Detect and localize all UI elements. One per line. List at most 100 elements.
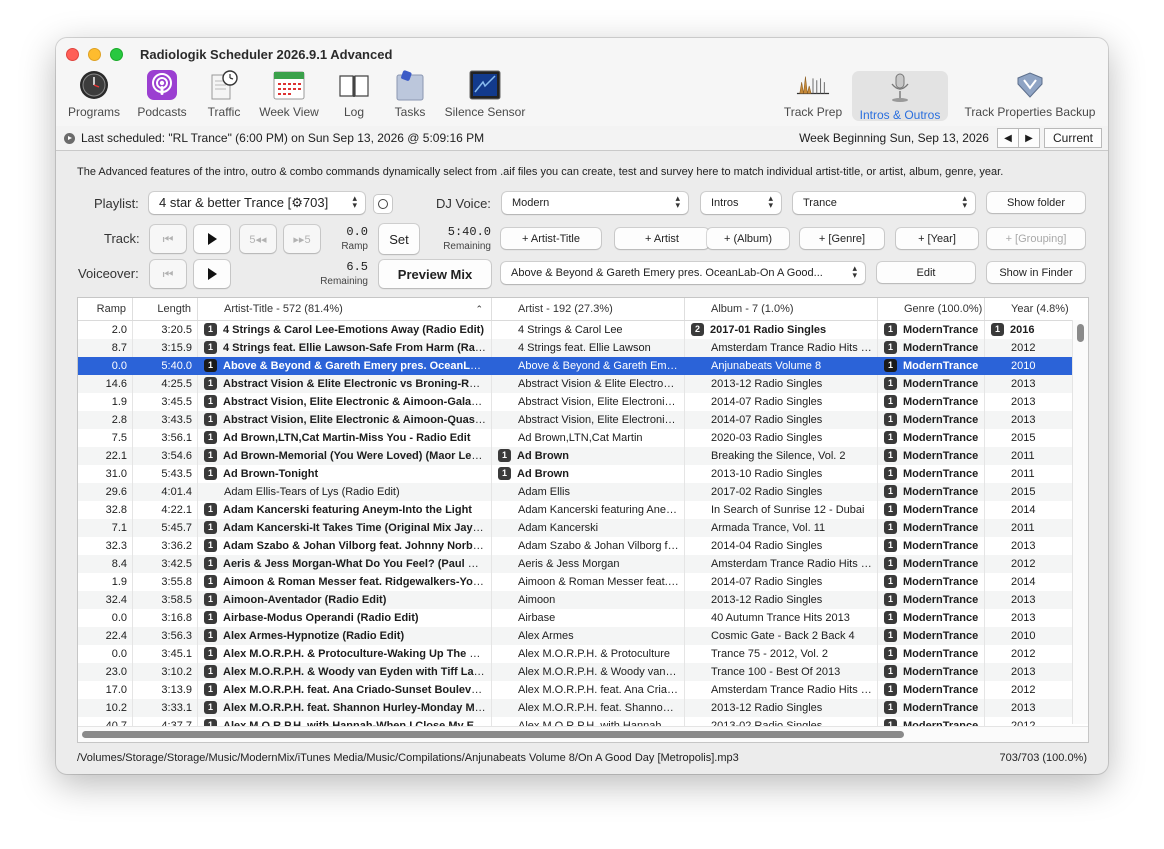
cell-artist: Alex Armes xyxy=(492,627,685,645)
playlist-select[interactable]: 4 star & better Trance [⚙703] ▴ ▾ xyxy=(149,192,365,214)
table-row[interactable]: 7.5 3:56.1 1 Ad Brown,LTN,Cat Martin-Miss Y… xyxy=(78,429,1073,447)
table-row[interactable]: 32.3 3:36.2 1 Adam Szabo & Johan Vilborg fe… xyxy=(78,537,1073,555)
cell-text: 4 Strings feat. Ellie Lawson xyxy=(518,342,651,354)
next-week-button[interactable]: ▶ xyxy=(1018,128,1040,148)
show-folder-button[interactable]: Show folder xyxy=(987,192,1085,213)
cell-at: 1 Alex Armes-Hypnotize (Radio Edit) xyxy=(198,627,492,645)
voiceover-remaining-label: Remaining xyxy=(320,276,368,287)
table-row[interactable]: 22.4 3:56.3 1 Alex Armes-Hypnotize (Radio E… xyxy=(78,627,1073,645)
table-row[interactable]: 2.0 3:20.5 1 4 Strings & Carol Lee-Emotions… xyxy=(78,321,1073,339)
voice-genre-select[interactable]: Trance ▴ ▾ xyxy=(793,192,975,214)
table-row[interactable]: 8.7 3:15.9 1 4 Strings feat. Ellie Lawson-S… xyxy=(78,339,1073,357)
table-row[interactable]: 17.0 3:13.9 1 Alex M.O.R.P.H. feat. Ana Cri… xyxy=(78,681,1073,699)
cell-text: 2014-07 Radio Singles xyxy=(711,396,823,408)
refresh-playlist-button[interactable] xyxy=(374,195,392,213)
table-row[interactable]: 10.2 3:33.1 1 Alex M.O.R.P.H. feat. Shannon… xyxy=(78,699,1073,717)
toolbar-track-properties-backup[interactable]: Track Properties Backup xyxy=(962,68,1098,120)
add-artist-title-button[interactable]: + Artist-Title xyxy=(501,228,601,249)
vertical-scroll-thumb[interactable] xyxy=(1077,324,1084,342)
cell-ramp: 2.8 xyxy=(78,411,133,429)
add-album-button[interactable]: + (Album) xyxy=(707,228,789,249)
toolbar-traffic[interactable]: Traffic xyxy=(202,68,246,120)
voiceover-skip-to-start-button[interactable]: ⏮ xyxy=(150,260,186,288)
match-count-badge: 1 xyxy=(884,556,897,570)
cell-text: Airbase-Modus Operandi (Radio Edit) xyxy=(223,612,419,624)
table-row[interactable]: 29.6 4:01.4 Adam Ellis-Tears of Lys (Radio… xyxy=(78,483,1073,501)
voiceover-play-button[interactable] xyxy=(194,260,230,288)
voiceover-file-select[interactable]: Above & Beyond & Gareth Emery pres. Ocea… xyxy=(501,262,865,284)
track-remaining-value: 5:40.0 xyxy=(447,225,491,239)
table-row[interactable]: 0.0 5:40.0 1 Above & Beyond & Gareth Emery … xyxy=(78,357,1073,375)
toolbar-track-prep[interactable]: Track Prep xyxy=(782,68,844,120)
column-header-ramp[interactable]: Ramp xyxy=(78,298,133,320)
table-row[interactable]: 1.9 3:55.8 1 Aimoon & Roman Messer feat. Ri… xyxy=(78,573,1073,591)
horizontal-scrollbar[interactable] xyxy=(78,726,1088,742)
match-count-badge: 1 xyxy=(884,574,897,588)
toolbar-log[interactable]: Log xyxy=(334,68,374,120)
zoom-window-button[interactable] xyxy=(110,48,123,61)
track-forward-5-button[interactable]: ▸▸5 xyxy=(284,225,320,253)
cell-genre: 1 ModernTrance xyxy=(878,411,985,429)
toolbar-programs[interactable]: Programs xyxy=(66,68,122,120)
toolbar-intros-outros[interactable]: Intros & Outros xyxy=(852,71,948,122)
chevron-updown-icon: ▴ ▾ xyxy=(675,193,680,210)
toolbar-tasks[interactable]: Tasks xyxy=(386,68,434,120)
cell-text: 3:45.1 xyxy=(161,648,192,660)
match-count-badge: 1 xyxy=(884,358,897,372)
cell-artist: 4 Strings & Carol Lee xyxy=(492,321,685,339)
table-row[interactable]: 2.8 3:43.5 1 Abstract Vision, Elite Electro… xyxy=(78,411,1073,429)
cell-artist: Abstract Vision, Elite Electronic & Aimo… xyxy=(492,393,685,411)
table-row[interactable]: 1.9 3:45.5 1 Abstract Vision, Elite Electro… xyxy=(78,393,1073,411)
cell-album: Armada Trance, Vol. 11 xyxy=(685,519,878,537)
cell-year: 2012 xyxy=(985,339,1073,357)
table-row[interactable]: 8.4 3:42.5 1 Aeris & Jess Morgan-What Do Yo… xyxy=(78,555,1073,573)
edit-voiceover-button[interactable]: Edit xyxy=(877,262,975,283)
add-genre-button[interactable]: + [Genre] xyxy=(800,228,884,249)
vertical-scrollbar[interactable] xyxy=(1072,320,1088,724)
set-ramp-button[interactable]: Set xyxy=(379,224,419,254)
column-header-album[interactable]: Album - 7 (1.0%) xyxy=(685,298,878,320)
table-row[interactable]: 0.0 3:45.1 1 Alex M.O.R.P.H. & Protoculture… xyxy=(78,645,1073,663)
close-window-button[interactable] xyxy=(66,48,79,61)
preview-mix-button[interactable]: Preview Mix xyxy=(379,260,491,288)
toolbar-podcasts[interactable]: Podcasts xyxy=(132,68,192,120)
voiceover-file-value: Above & Beyond & Gareth Emery pres. Ocea… xyxy=(511,267,823,279)
column-header-artist-title[interactable]: Artist-Title - 572 (81.4%) ⌃ xyxy=(198,298,492,320)
current-week-button[interactable]: Current xyxy=(1043,128,1102,148)
column-header-year[interactable]: Year (4.8%) xyxy=(985,298,1088,320)
cell-artist: Adam Szabo & Johan Vilborg feat. Johnny … xyxy=(492,537,685,555)
table-row[interactable]: 31.0 5:43.5 1 Ad Brown-Tonight 1 Ad Brown 2013… xyxy=(78,465,1073,483)
column-header-artist[interactable]: Artist - 192 (27.3%) xyxy=(492,298,685,320)
track-back-5-button[interactable]: 5◂◂ xyxy=(240,225,276,253)
add-grouping-button[interactable]: + [Grouping] xyxy=(987,228,1085,249)
cell-ramp: 0.0 xyxy=(78,357,133,375)
track-skip-to-start-button[interactable]: ⏮ xyxy=(150,225,186,253)
table-row[interactable]: 14.6 4:25.5 1 Abstract Vision & Elite Elect… xyxy=(78,375,1073,393)
table-row[interactable]: 32.4 3:58.5 1 Aimoon-Aventador (Radio Edit)… xyxy=(78,591,1073,609)
toolbar-week-view[interactable]: Week View xyxy=(256,68,322,120)
previous-week-button[interactable]: ◀ xyxy=(996,128,1019,148)
cell-at: 1 Alex M.O.R.P.H. feat. Ana Criado-Sunset… xyxy=(198,681,492,699)
cell-at: 1 Abstract Vision, Elite Electronic & Aim… xyxy=(198,411,492,429)
toolbar-silence-sensor[interactable]: Silence Sensor xyxy=(444,68,526,120)
table-row[interactable]: 23.0 3:10.2 1 Alex M.O.R.P.H. & Woody van E… xyxy=(78,663,1073,681)
track-play-button[interactable] xyxy=(194,225,230,253)
show-in-finder-button[interactable]: Show in Finder xyxy=(987,262,1085,283)
cell-genre: 1 ModernTrance xyxy=(878,375,985,393)
table-row[interactable]: 32.8 4:22.1 1 Adam Kancerski featuring Aney… xyxy=(78,501,1073,519)
table-row[interactable]: 0.0 3:16.8 1 Airbase-Modus Operandi (Radio … xyxy=(78,609,1073,627)
column-header-genre[interactable]: Genre (100.0%) xyxy=(878,298,985,320)
add-artist-button[interactable]: + Artist xyxy=(615,228,709,249)
cell-at: 1 4 Strings feat. Ellie Lawson-Safe From … xyxy=(198,339,492,357)
minimize-window-button[interactable] xyxy=(88,48,101,61)
table-row[interactable]: 22.1 3:54.6 1 Ad Brown-Memorial (You Were L… xyxy=(78,447,1073,465)
horizontal-scroll-thumb[interactable] xyxy=(82,731,904,738)
dj-voice-select[interactable]: Modern ▴ ▾ xyxy=(502,192,688,214)
cell-year: 2013 xyxy=(985,393,1073,411)
column-header-length[interactable]: Length xyxy=(133,298,198,320)
cell-artist: Abstract Vision, Elite Electronic & Aimo… xyxy=(492,411,685,429)
table-row[interactable]: 7.1 5:45.7 1 Adam Kancerski-It Takes Time (… xyxy=(78,519,1073,537)
cell-year: 2011 xyxy=(985,447,1073,465)
add-year-button[interactable]: + [Year] xyxy=(896,228,978,249)
intro-type-select[interactable]: Intros ▴ ▾ xyxy=(701,192,781,214)
